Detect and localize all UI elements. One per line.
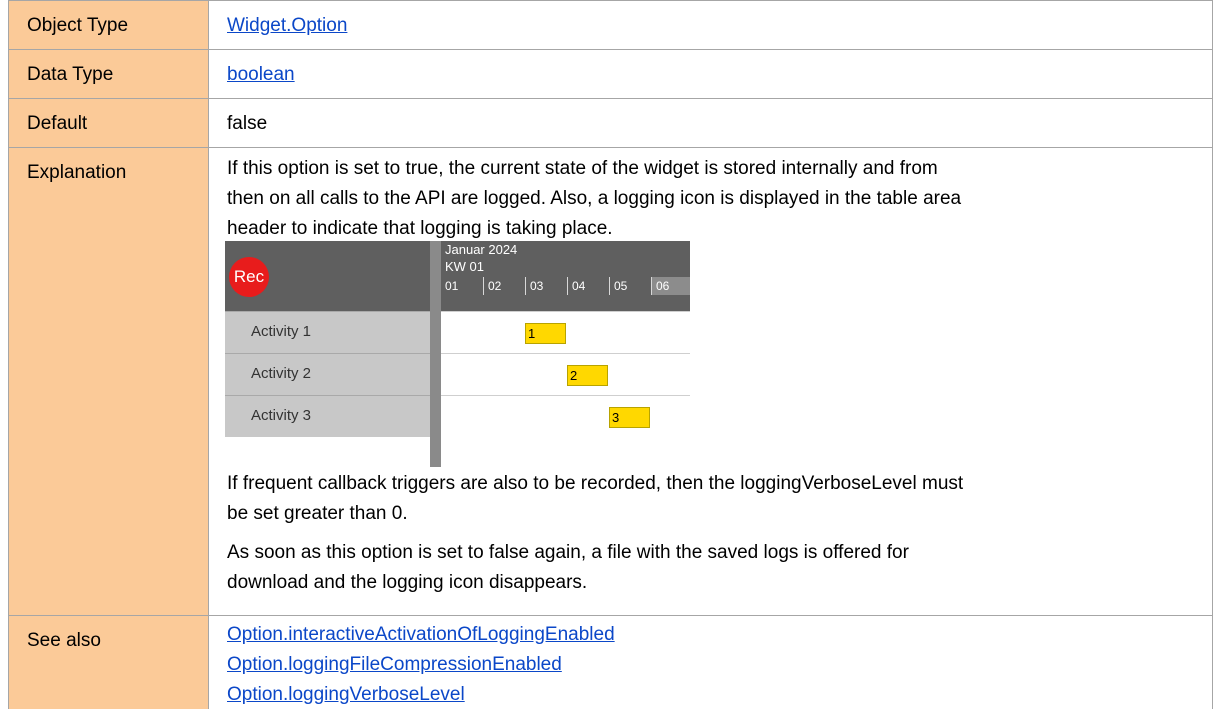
- explanation-value-cell: If this option is set to true, the curre…: [208, 147, 1213, 615]
- gantt-row-chart: 2: [441, 353, 690, 395]
- explanation-p1-line1: If this option is set to true, the curre…: [227, 158, 938, 179]
- data-type-label: Data Type: [27, 64, 114, 85]
- timescale-day: 01: [445, 279, 459, 293]
- explanation-paragraph-3: As soon as this option is set to false a…: [227, 538, 1182, 598]
- explanation-label: Explanation: [27, 162, 127, 183]
- data-type-label-cell: Data Type: [8, 49, 208, 98]
- explanation-p1-line3: header to indicate that logging is takin…: [227, 218, 613, 239]
- explanation-p1-line2: then on all calls to the API are logged.…: [227, 188, 962, 209]
- activity-bar: 3: [609, 407, 650, 428]
- activity-bar: 2: [567, 365, 608, 386]
- object-type-value-cell: Widget.Option: [208, 0, 1213, 49]
- activity-name: Activity 3: [251, 407, 312, 424]
- activity-name: Activity 2: [251, 365, 312, 382]
- explanation-label-cell: Explanation: [8, 147, 208, 615]
- activity-bar: 1: [525, 323, 566, 344]
- row-explanation: Explanation If this option is set to tru…: [8, 147, 1213, 615]
- gantt-row-chart: 1: [441, 311, 690, 353]
- row-default: Default false: [8, 98, 1213, 147]
- gantt-row-label: Activity 1: [225, 311, 430, 353]
- row-data-type: Data Type boolean: [8, 49, 1213, 98]
- gantt-row-label: Activity 3: [225, 395, 430, 437]
- timescale-day: 03: [525, 277, 567, 295]
- gantt-table-header: Rec: [225, 241, 430, 311]
- object-type-label-cell: Object Type: [8, 0, 208, 49]
- data-type-value-cell: boolean: [208, 49, 1213, 98]
- explanation-p3-line1: As soon as this option is set to false a…: [227, 542, 909, 563]
- gantt-splitter: [430, 241, 441, 467]
- gantt-row-chart: 3: [441, 395, 690, 437]
- explanation-paragraph-1: If this option is set to true, the curre…: [227, 154, 1182, 244]
- see-also-label-cell: See also: [8, 615, 208, 709]
- gantt-timescale-header: Januar 2024 KW 01 01 02 03 04 05 06: [441, 241, 690, 311]
- activity-name: Activity 1: [251, 323, 312, 340]
- see-also-links: Option.interactiveActivationOfLoggingEna…: [227, 620, 1182, 710]
- data-type-link[interactable]: boolean: [227, 60, 1194, 90]
- explanation-p2-line2: be set greater than 0.: [227, 503, 408, 524]
- rec-logging-icon: Rec: [229, 257, 269, 297]
- timescale-month: Januar 2024: [445, 242, 518, 257]
- timescale-day: 02: [483, 277, 525, 295]
- gantt-row-label: Activity 2: [225, 353, 430, 395]
- explanation-p2-line1: If frequent callback triggers are also t…: [227, 473, 964, 494]
- default-label-cell: Default: [8, 98, 208, 147]
- see-also-value-cell: Option.interactiveActivationOfLoggingEna…: [208, 615, 1213, 709]
- timescale-days: 01 02 03 04 05 06: [441, 277, 690, 295]
- gantt-logging-example: Rec Januar 2024 KW 01 01 02 03 04 05 06 …: [225, 241, 690, 467]
- timescale-week: KW 01: [445, 259, 485, 274]
- see-also-link[interactable]: Option.loggingVerboseLevel: [227, 684, 465, 705]
- timescale-day: 06: [651, 277, 690, 295]
- default-label: Default: [27, 113, 88, 134]
- timescale-day: 05: [609, 277, 651, 295]
- object-type-link[interactable]: Widget.Option: [227, 11, 1194, 41]
- timescale-day: 04: [567, 277, 609, 295]
- row-object-type: Object Type Widget.Option: [8, 0, 1213, 49]
- explanation-p3-line2: download and the logging icon disappears…: [227, 572, 588, 593]
- object-type-label: Object Type: [27, 15, 129, 36]
- explanation-paragraph-2: If frequent callback triggers are also t…: [227, 469, 1182, 529]
- see-also-link[interactable]: Option.interactiveActivationOfLoggingEna…: [227, 624, 615, 645]
- default-value: false: [227, 113, 268, 134]
- default-value-cell: false: [208, 98, 1213, 147]
- see-also-label: See also: [27, 630, 101, 651]
- row-see-also: See also Option.interactiveActivationOfL…: [8, 615, 1213, 709]
- see-also-link[interactable]: Option.loggingFileCompressionEnabled: [227, 654, 562, 675]
